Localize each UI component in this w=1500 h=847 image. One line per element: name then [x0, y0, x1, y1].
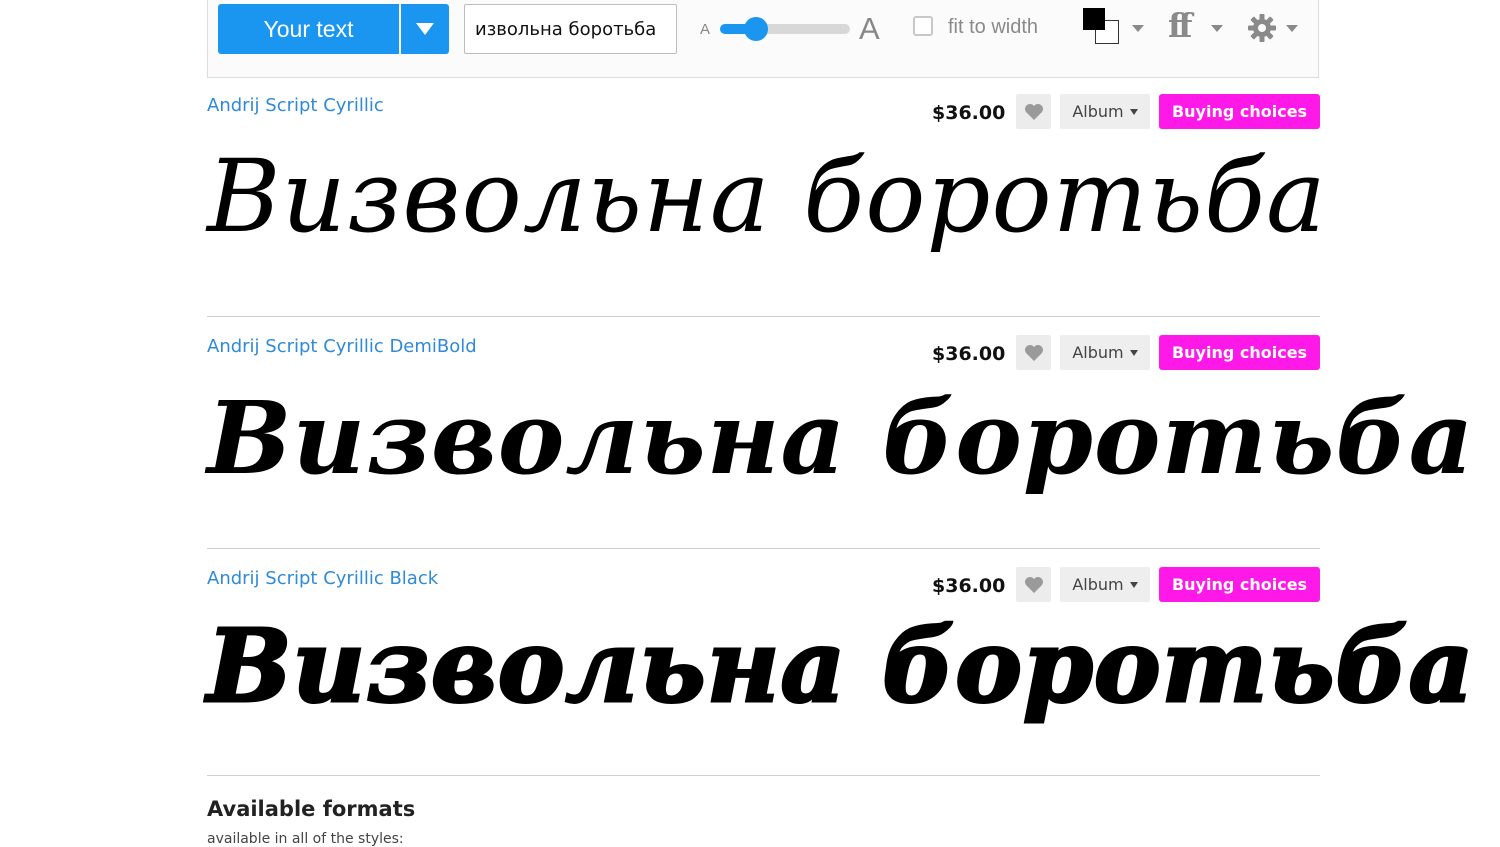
- row-divider: [207, 775, 1320, 776]
- buying-choices-button[interactable]: Buying choices: [1159, 94, 1320, 129]
- heart-icon: [1024, 103, 1043, 120]
- font-sample-text: Визвольна боротьба: [207, 138, 1327, 255]
- font-name-link[interactable]: Andrij Script Cyrillic: [207, 95, 384, 116]
- heart-icon: [1024, 344, 1043, 361]
- font-row: Andrij Script Cyrillic $36.00 Album Buyi…: [207, 92, 1326, 316]
- size-slider[interactable]: [720, 17, 850, 41]
- your-text-label: Your text: [263, 15, 354, 42]
- font-row: Andrij Script Cyrillic DemiBold $36.00 A…: [207, 333, 1473, 548]
- buying-choices-label: Buying choices: [1171, 343, 1308, 362]
- favorite-button[interactable]: [1016, 335, 1051, 370]
- font-name-link[interactable]: Andrij Script Cyrillic Black: [207, 568, 438, 589]
- favorite-button[interactable]: [1016, 567, 1051, 602]
- buying-choices-label: Buying choices: [1171, 102, 1308, 121]
- your-text-button[interactable]: Your text: [218, 4, 399, 54]
- size-large-label: A: [859, 11, 880, 46]
- sample-text-input[interactable]: [464, 4, 677, 54]
- color-picker-button[interactable]: [1083, 8, 1121, 46]
- settings-caret-icon[interactable]: [1286, 25, 1298, 32]
- caret-down-icon: [1129, 108, 1138, 115]
- text-color-swatch: [1083, 8, 1105, 30]
- available-formats-heading: Available formats: [207, 797, 416, 821]
- font-price: $36.00: [932, 575, 1006, 597]
- font-sample-text: Визвольна боротьба: [205, 606, 1475, 727]
- buying-choices-button[interactable]: Buying choices: [1159, 567, 1320, 602]
- available-formats-subtitle: available in all of the styles:: [207, 831, 404, 847]
- album-label: Album: [1072, 575, 1124, 594]
- buying-choices-button[interactable]: Buying choices: [1159, 335, 1320, 370]
- toolbar: Your text A A fit to width ff: [207, 0, 1319, 78]
- fit-to-width-label[interactable]: fit to width: [948, 16, 1038, 39]
- chevron-down-icon: [416, 23, 434, 35]
- caret-down-icon: [1129, 581, 1138, 588]
- album-button[interactable]: Album: [1060, 94, 1150, 129]
- row-divider: [207, 316, 1320, 317]
- sample-text-dropdown-button[interactable]: [401, 4, 449, 54]
- album-label: Album: [1072, 102, 1124, 121]
- row-divider: [207, 548, 1320, 549]
- heart-icon: [1024, 576, 1043, 593]
- gear-icon[interactable]: [1246, 12, 1278, 44]
- buying-choices-label: Buying choices: [1171, 575, 1308, 594]
- favorite-button[interactable]: [1016, 94, 1051, 129]
- ligatures-icon[interactable]: ff: [1168, 6, 1192, 45]
- fit-to-width-checkbox[interactable]: [913, 16, 933, 36]
- size-slider-handle[interactable]: [744, 17, 769, 41]
- ligatures-caret-icon[interactable]: [1211, 25, 1223, 32]
- font-name-link[interactable]: Andrij Script Cyrillic DemiBold: [207, 336, 477, 357]
- size-small-label: A: [700, 21, 711, 38]
- font-price: $36.00: [932, 102, 1006, 124]
- font-price: $36.00: [932, 343, 1006, 365]
- font-sample-text: Визвольна боротьба: [207, 379, 1475, 497]
- font-row: Andrij Script Cyrillic Black $36.00 Albu…: [205, 565, 1475, 775]
- album-label: Album: [1072, 343, 1124, 362]
- caret-down-icon: [1129, 349, 1138, 356]
- album-button[interactable]: Album: [1060, 335, 1150, 370]
- color-caret-icon[interactable]: [1132, 25, 1144, 32]
- album-button[interactable]: Album: [1060, 567, 1150, 602]
